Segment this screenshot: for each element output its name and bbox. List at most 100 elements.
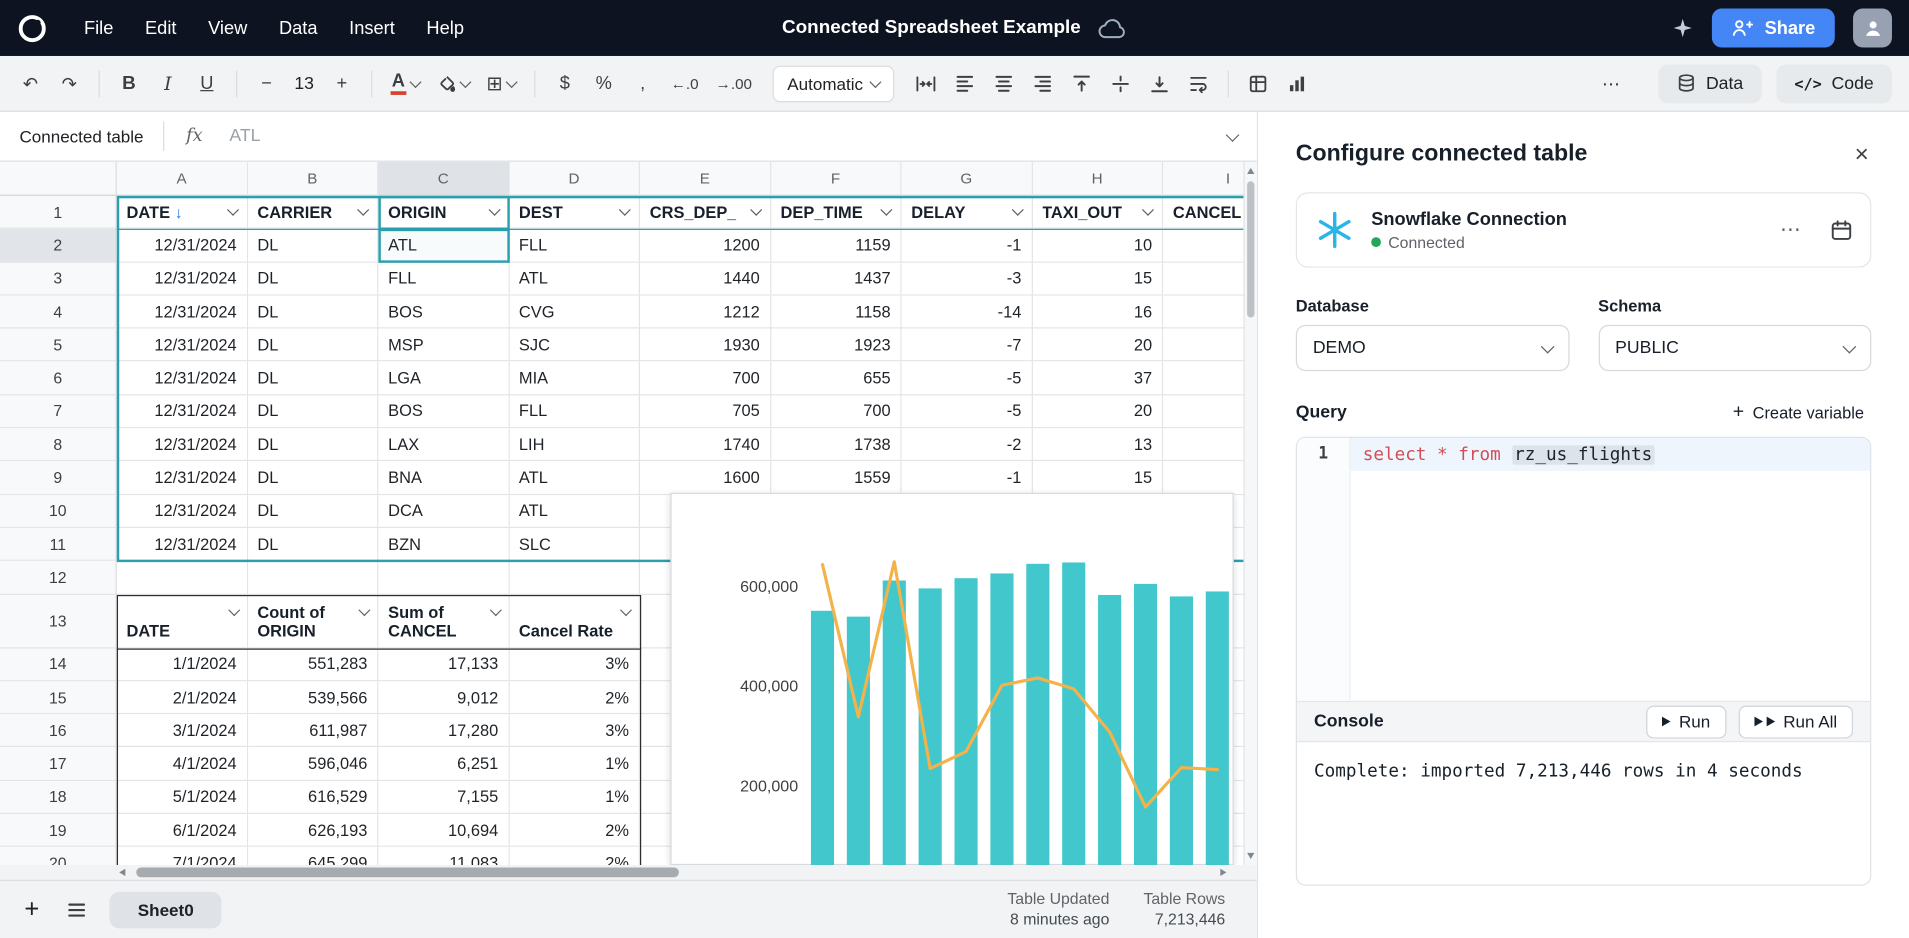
chevron-down-icon[interactable] [488, 204, 500, 216]
scroll-right-icon[interactable] [1220, 869, 1226, 876]
share-button[interactable]: Share [1712, 9, 1835, 48]
row-header-6[interactable]: 6 [0, 362, 117, 395]
run-all-button[interactable]: Run All [1738, 705, 1853, 738]
cell-D18[interactable]: 1% [509, 781, 640, 814]
close-panel-button[interactable]: × [1852, 142, 1871, 166]
row-header-17[interactable]: 17 [0, 748, 117, 781]
chevron-down-icon[interactable] [880, 204, 892, 216]
create-variable-button[interactable]: + Create variable [1725, 400, 1871, 424]
chevron-down-icon[interactable] [620, 604, 632, 616]
column-header-G[interactable]: G [902, 162, 1033, 196]
chevron-down-icon[interactable] [228, 604, 240, 616]
row-header-15[interactable]: 15 [0, 681, 117, 714]
cell-B9[interactable]: DL [248, 462, 379, 495]
menu-file[interactable]: File [68, 0, 129, 56]
app-logo-icon[interactable] [15, 11, 49, 45]
filter-header-DATE[interactable]: DATE↓ [117, 196, 248, 229]
cell-E5[interactable]: 1930 [640, 329, 771, 362]
flights-chart[interactable]: 600,000400,000200,000 [670, 493, 1233, 865]
cell-D16[interactable]: 3% [509, 714, 640, 747]
cell-B17[interactable]: 596,046 [248, 748, 379, 781]
sheet-list-icon[interactable] [66, 900, 88, 919]
add-sheet-button[interactable]: + [19, 897, 44, 923]
more-options-button[interactable]: ⋯ [1593, 64, 1630, 103]
italic-button[interactable]: I [150, 64, 187, 103]
row-header-7[interactable]: 7 [0, 395, 117, 428]
cell-H5[interactable]: 20 [1032, 329, 1163, 362]
cell-I5[interactable] [1163, 329, 1243, 362]
cell-D20[interactable]: 2% [509, 847, 640, 865]
cell-D11[interactable]: SLC [509, 528, 640, 561]
cell-G9[interactable]: -1 [902, 462, 1033, 495]
document-title[interactable]: Connected Spreadsheet Example [782, 17, 1081, 39]
cell-C18[interactable]: 7,155 [378, 781, 509, 814]
cell-H9[interactable]: 15 [1032, 462, 1163, 495]
row-header-9[interactable]: 9 [0, 462, 117, 495]
text-color-button[interactable]: A [383, 64, 427, 103]
schedule-calendar-icon[interactable] [1830, 218, 1853, 241]
filter-header-DELAY[interactable]: DELAY [902, 196, 1033, 229]
avatar[interactable] [1853, 9, 1892, 48]
cell-A15[interactable]: 2/1/2024 [117, 681, 248, 714]
sql-editor[interactable]: 1 select * from rz_us_flights [1297, 438, 1870, 701]
scroll-down-icon[interactable] [1247, 853, 1254, 859]
cell-I4[interactable] [1163, 296, 1243, 329]
cell-C12[interactable] [378, 561, 509, 594]
sparkle-icon[interactable] [1672, 17, 1694, 39]
row-header-3[interactable]: 3 [0, 262, 117, 295]
cell-C14[interactable]: 17,133 [378, 648, 509, 681]
run-button[interactable]: Run [1646, 705, 1726, 738]
cell-F3[interactable]: 1437 [771, 262, 902, 295]
column-header-E[interactable]: E [640, 162, 771, 196]
vertical-scroll-thumb[interactable] [1247, 181, 1254, 317]
sheet-tab[interactable]: Sheet0 [110, 891, 222, 928]
cell-H8[interactable]: 13 [1032, 428, 1163, 461]
cell-F5[interactable]: 1923 [771, 329, 902, 362]
select-all-corner[interactable] [0, 162, 117, 196]
cell-I3[interactable] [1163, 262, 1243, 295]
cell-G8[interactable]: -2 [902, 428, 1033, 461]
cell-G6[interactable]: -5 [902, 362, 1033, 395]
cell-B12[interactable] [248, 561, 379, 594]
cell-I7[interactable] [1163, 395, 1243, 428]
cell-D8[interactable]: LIH [509, 428, 640, 461]
cell-G2[interactable]: -1 [902, 229, 1033, 262]
row-header-20[interactable]: 20 [0, 847, 117, 865]
cell-A2[interactable]: 12/31/2024 [117, 229, 248, 262]
horizontal-scrollbar[interactable] [0, 865, 1257, 880]
vertical-scrollbar[interactable] [1243, 162, 1256, 865]
cell-F9[interactable]: 1559 [771, 462, 902, 495]
column-header-B[interactable]: B [248, 162, 379, 196]
cell-D14[interactable]: 3% [509, 648, 640, 681]
align-left-button[interactable] [947, 64, 984, 103]
cell-C2[interactable]: ATL [378, 229, 509, 262]
column-header-I[interactable]: I [1163, 162, 1243, 196]
cell-G5[interactable]: -7 [902, 329, 1033, 362]
cell-A8[interactable]: 12/31/2024 [117, 428, 248, 461]
cell-C10[interactable]: DCA [378, 495, 509, 528]
cell-B3[interactable]: DL [248, 262, 379, 295]
cell-B15[interactable]: 539,566 [248, 681, 379, 714]
cell-I6[interactable] [1163, 362, 1243, 395]
cell-B16[interactable]: 611,987 [248, 714, 379, 747]
row-header-19[interactable]: 19 [0, 814, 117, 847]
row-header-18[interactable]: 18 [0, 781, 117, 814]
vertical-align-middle-button[interactable] [1102, 64, 1139, 103]
scroll-left-icon[interactable] [119, 869, 125, 876]
cell-B20[interactable]: 645,299 [248, 847, 379, 865]
bold-button[interactable]: B [111, 64, 148, 103]
summary-header-0[interactable]: DATE [117, 594, 248, 648]
scroll-up-icon[interactable] [1247, 168, 1254, 174]
chevron-down-icon[interactable] [1142, 204, 1154, 216]
underline-button[interactable]: U [189, 64, 226, 103]
row-header-1[interactable]: 1 [0, 196, 117, 229]
cell-A19[interactable]: 6/1/2024 [117, 814, 248, 847]
cell-C15[interactable]: 9,012 [378, 681, 509, 714]
cell-C3[interactable]: FLL [378, 262, 509, 295]
cell-G3[interactable]: -3 [902, 262, 1033, 295]
cell-E6[interactable]: 700 [640, 362, 771, 395]
row-header-13[interactable]: 13 [0, 594, 117, 648]
comma-format-button[interactable]: , [624, 64, 661, 103]
filter-header-ORIGIN[interactable]: ORIGIN [378, 196, 509, 229]
cell-D7[interactable]: FLL [509, 395, 640, 428]
